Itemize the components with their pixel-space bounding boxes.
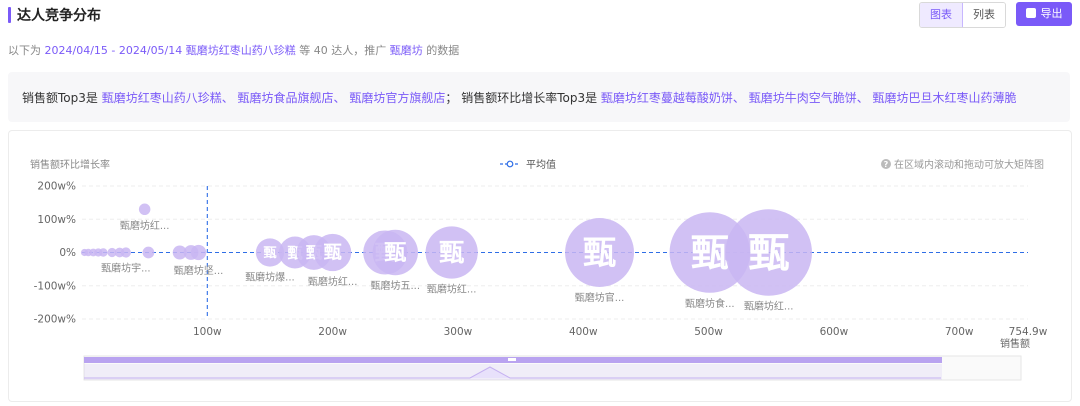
bubble-point[interactable] [120, 247, 131, 258]
x-tick-label: 400w [569, 326, 598, 338]
x-tick-label: 300w [444, 326, 473, 338]
bubble-glyph: 甄 [384, 241, 406, 266]
x-axis-title: 销售额 [1000, 337, 1030, 350]
y-tick-label: -100w% [34, 280, 76, 292]
bubble-label: 甄磨坊红... [744, 300, 794, 313]
bubble-label: 甄磨坊五... [371, 279, 421, 292]
bubble-point[interactable] [99, 248, 108, 257]
zoom-selection[interactable] [84, 364, 942, 380]
x-tick-label: 600w [820, 326, 849, 338]
bubble-glyph: 甄 [324, 243, 342, 264]
bubble-glyph: 甄 [691, 231, 729, 275]
x-axis-ticks: 100w 200w 300w 400w 500w 600w 700w 754.9w [193, 326, 1048, 338]
bubble-label: 甄磨坊红... [308, 275, 358, 288]
average-lines [82, 186, 1028, 319]
chart-hint: ? 在区域内滚动和拖动可放大矩阵图 [881, 158, 1044, 171]
y-axis-ticks: 200w% 100w% 0% -100w% -200w% [34, 181, 76, 326]
zoom-slider[interactable] [83, 355, 1022, 381]
chart-hint-text: 在区域内滚动和拖动可放大矩阵图 [894, 158, 1044, 171]
bubble-label: 甄磨坊爆... [245, 271, 295, 284]
x-tick-label: 200w [318, 326, 347, 338]
zoom-handle-grip[interactable] [508, 358, 516, 361]
bubble-label: 甄磨坊食... [685, 297, 735, 310]
bubble-glyph: 甄 [748, 229, 789, 277]
bubble-point[interactable] [142, 246, 155, 259]
y-axis-title: 销售额环比增长率 [30, 158, 110, 171]
bubble-label: 甄磨坊官... [575, 291, 625, 304]
y-tick-label: 200w% [37, 181, 76, 193]
legend-marker [506, 160, 514, 168]
legend-average: 平均值 [500, 158, 556, 171]
bubble-point[interactable] [138, 203, 151, 216]
bubble-label: 甄磨坊红... [120, 219, 170, 232]
legend-label: 平均值 [526, 158, 556, 171]
x-tick-label: 754.9w [1009, 326, 1048, 338]
y-tick-label: 0% [59, 247, 76, 259]
bubble-glyph: 甄 [583, 233, 616, 272]
bubble-label: 甄磨坊坚... [174, 264, 224, 277]
bubble-point[interactable] [190, 244, 207, 261]
bubble-glyph: 甄 [263, 246, 276, 261]
help-icon-glyph: ? [884, 160, 889, 169]
x-tick-label: 500w [694, 326, 723, 338]
bubble-chart[interactable]: 销售额环比增长率 平均值 ? 在区域内滚动和拖动可放大矩阵图 200w% 100w… [0, 0, 1080, 406]
bubble-glyph: 甄 [439, 238, 464, 267]
x-tick-label: 100w [193, 326, 222, 338]
bubble-label: 甄磨坊宇... [101, 262, 151, 275]
x-tick-label: 700w [945, 326, 974, 338]
bubble-label: 甄磨坊红... [427, 283, 477, 296]
y-tick-label: -200w% [34, 314, 76, 326]
bubbles-layer: 甄磨坊红...甄磨坊宇... 甄磨坊坚...甄甄磨坊爆...甄甄甄甄磨坊红...甄… [80, 203, 812, 313]
y-tick-label: 100w% [37, 214, 76, 226]
